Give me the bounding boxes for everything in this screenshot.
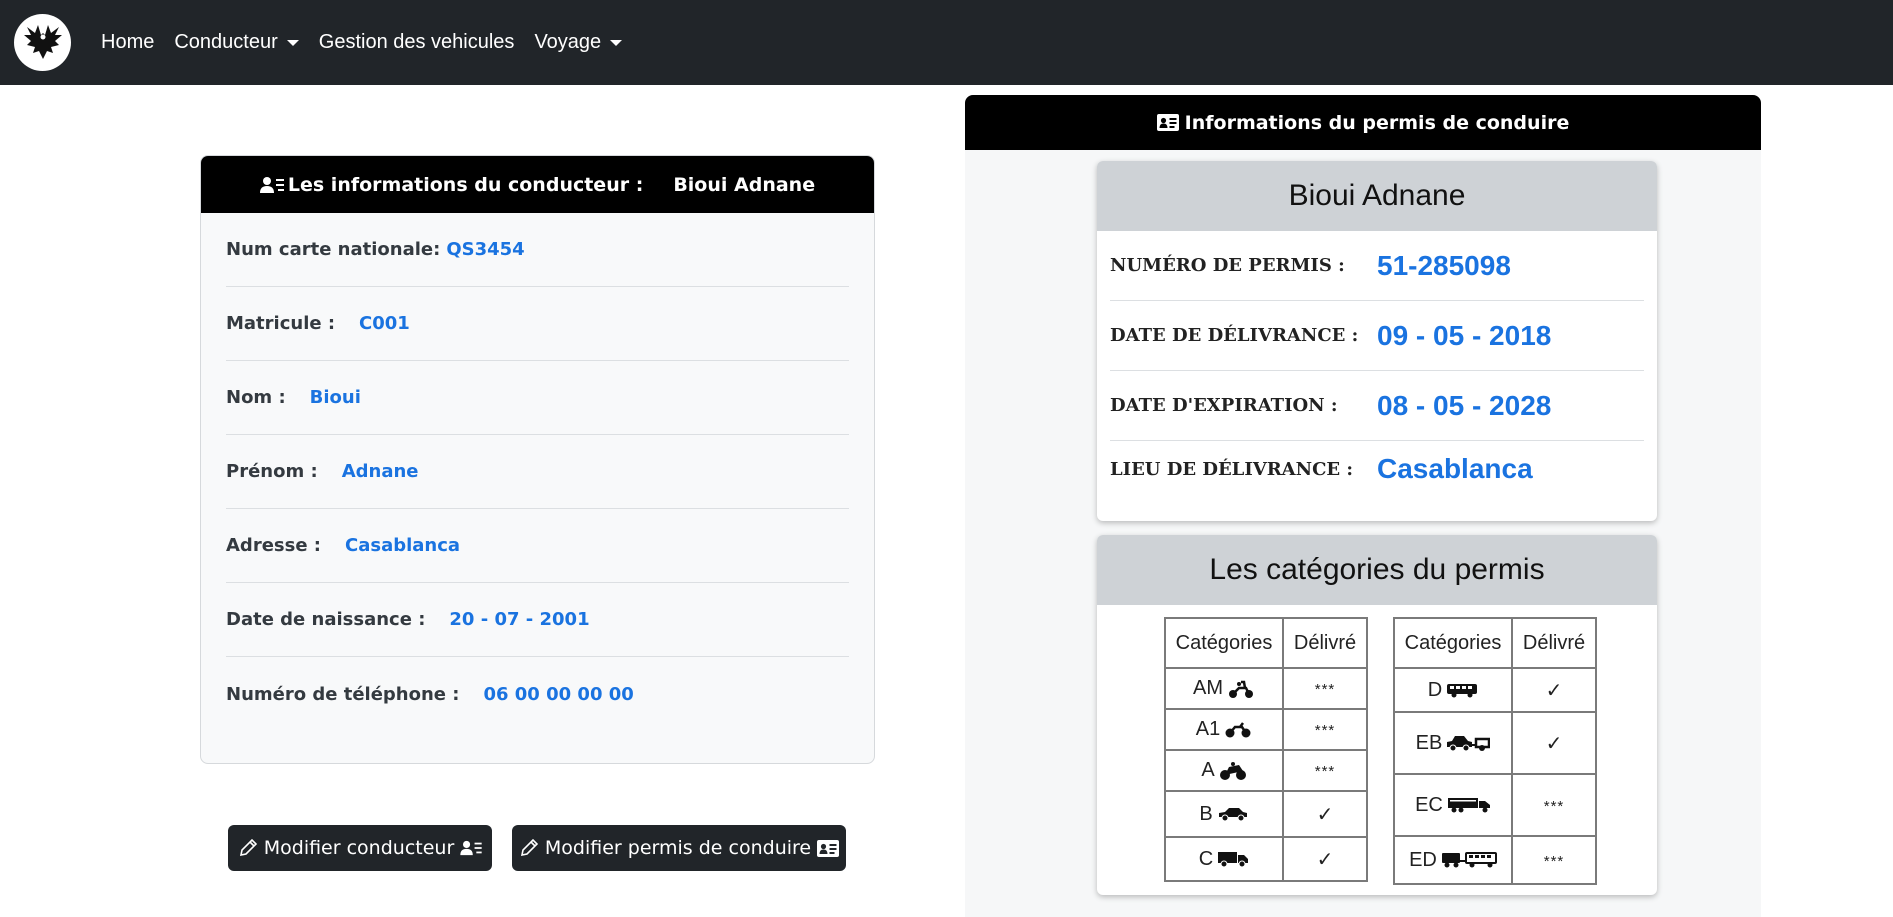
id-card-icon [1156,114,1179,131]
navbar: Home Conducteur Gestion des vehicules Vo… [0,0,1893,85]
scooter-icon [1229,680,1253,698]
license-row-issue-date: DATE DE DÉLIVRANCE :09 - 05 - 2018 [1110,301,1644,371]
bus-icon [1447,684,1478,698]
driver-card-title: Les informations du conducteur : [287,173,644,196]
sport-motorcycle-icon [1219,761,1246,780]
license-categories-card: Les catégories du permis Catégories Déli… [1097,535,1657,895]
table-row: A1 *** [1164,708,1368,751]
car-icon [1218,808,1247,822]
nav-voyage-dropdown[interactable]: Voyage [534,31,623,54]
license-row-expiry-date: DATE D'EXPIRATION :08 - 05 - 2028 [1110,371,1644,441]
pencil-icon [239,838,257,857]
license-panel: Informations du permis de conduire Bioui… [965,95,1761,917]
caret-down-icon [286,39,299,46]
user-list-icon [460,840,482,856]
license-holder-name: Bioui Adnane [1097,161,1657,231]
driver-card-name: Bioui Adnane [673,173,816,196]
table-row: AM *** [1164,667,1368,710]
categories-table-right: Catégories Délivré D ✓ EB ✓ EC *** ED **… [1393,617,1597,885]
license-panel-title: Informations du permis de conduire [1184,111,1570,134]
info-row-matricule: Matricule : C001 [226,287,849,361]
eagle-logo-icon [23,24,62,59]
motorcycle-icon [1225,721,1251,737]
edit-license-button[interactable]: Modifier permis de conduire [512,825,846,871]
nav-gestion-vehicules[interactable]: Gestion des vehicules [319,31,515,54]
issue-date-value: 09 - 05 - 2018 [1377,319,1552,351]
semi-truck-icon [1447,798,1490,813]
info-row-cin: Num carte nationale: QS3454 [226,213,849,287]
truck-icon [1218,852,1249,868]
bus-trailer-icon [1441,852,1497,868]
table-row: A *** [1164,749,1368,792]
driver-card-header: Les informations du conducteur : Bioui A… [201,156,874,213]
categories-title: Les catégories du permis [1097,535,1657,605]
prenom-value: Adnane [341,461,419,482]
expiry-date-value: 08 - 05 - 2028 [1377,389,1552,421]
adresse-value: Casablanca [345,535,461,556]
license-row-issue-place: LIEU DE DÉLIVRANCE : Casablanca [1110,453,1533,484]
brand-logo[interactable] [14,14,71,71]
cin-value: QS3454 [446,239,525,260]
table-row: C ✓ [1164,836,1368,882]
license-panel-header: Informations du permis de conduire [965,95,1761,150]
nav-conducteur-dropdown[interactable]: Conducteur [174,31,299,54]
car-trailer-icon [1447,736,1491,752]
table-row: ED *** [1393,835,1597,885]
naissance-value: 20 - 07 - 2001 [449,609,590,630]
license-info-card: Bioui Adnane NUMÉRO DE PERMIS :51-285098… [1097,161,1657,521]
table-row: EC *** [1393,773,1597,837]
categories-table-left: Catégories Délivré AM *** A1 *** A *** B [1164,617,1368,882]
issue-place-value: Casablanca [1377,453,1533,484]
table-row: B ✓ [1164,790,1368,838]
edit-driver-button[interactable]: Modifier conducteur [228,825,492,871]
id-card-icon [817,839,840,857]
nav-home[interactable]: Home [101,31,154,54]
info-row-prenom: Prénom : Adnane [226,435,849,509]
info-row-adresse: Adresse : Casablanca [226,509,849,583]
pencil-icon [520,838,539,857]
matricule-value: C001 [359,313,410,334]
user-list-icon [259,176,284,193]
nom-value: Bioui [309,387,361,408]
info-row-telephone: Numéro de téléphone :06 00 00 00 00 [226,683,634,705]
license-row-number: NUMÉRO DE PERMIS :51-285098 [1110,231,1644,301]
info-row-naissance: Date de naissance :20 - 07 - 2001 [226,583,849,657]
license-number-value: 51-285098 [1377,249,1511,281]
table-row: D ✓ [1393,667,1597,713]
driver-info-card: Les informations du conducteur : Bioui A… [200,155,875,764]
caret-down-icon [610,39,623,46]
table-row: EB ✓ [1393,711,1597,775]
info-row-nom: Nom : Bioui [226,361,849,435]
telephone-value: 06 00 00 00 00 [483,683,634,705]
